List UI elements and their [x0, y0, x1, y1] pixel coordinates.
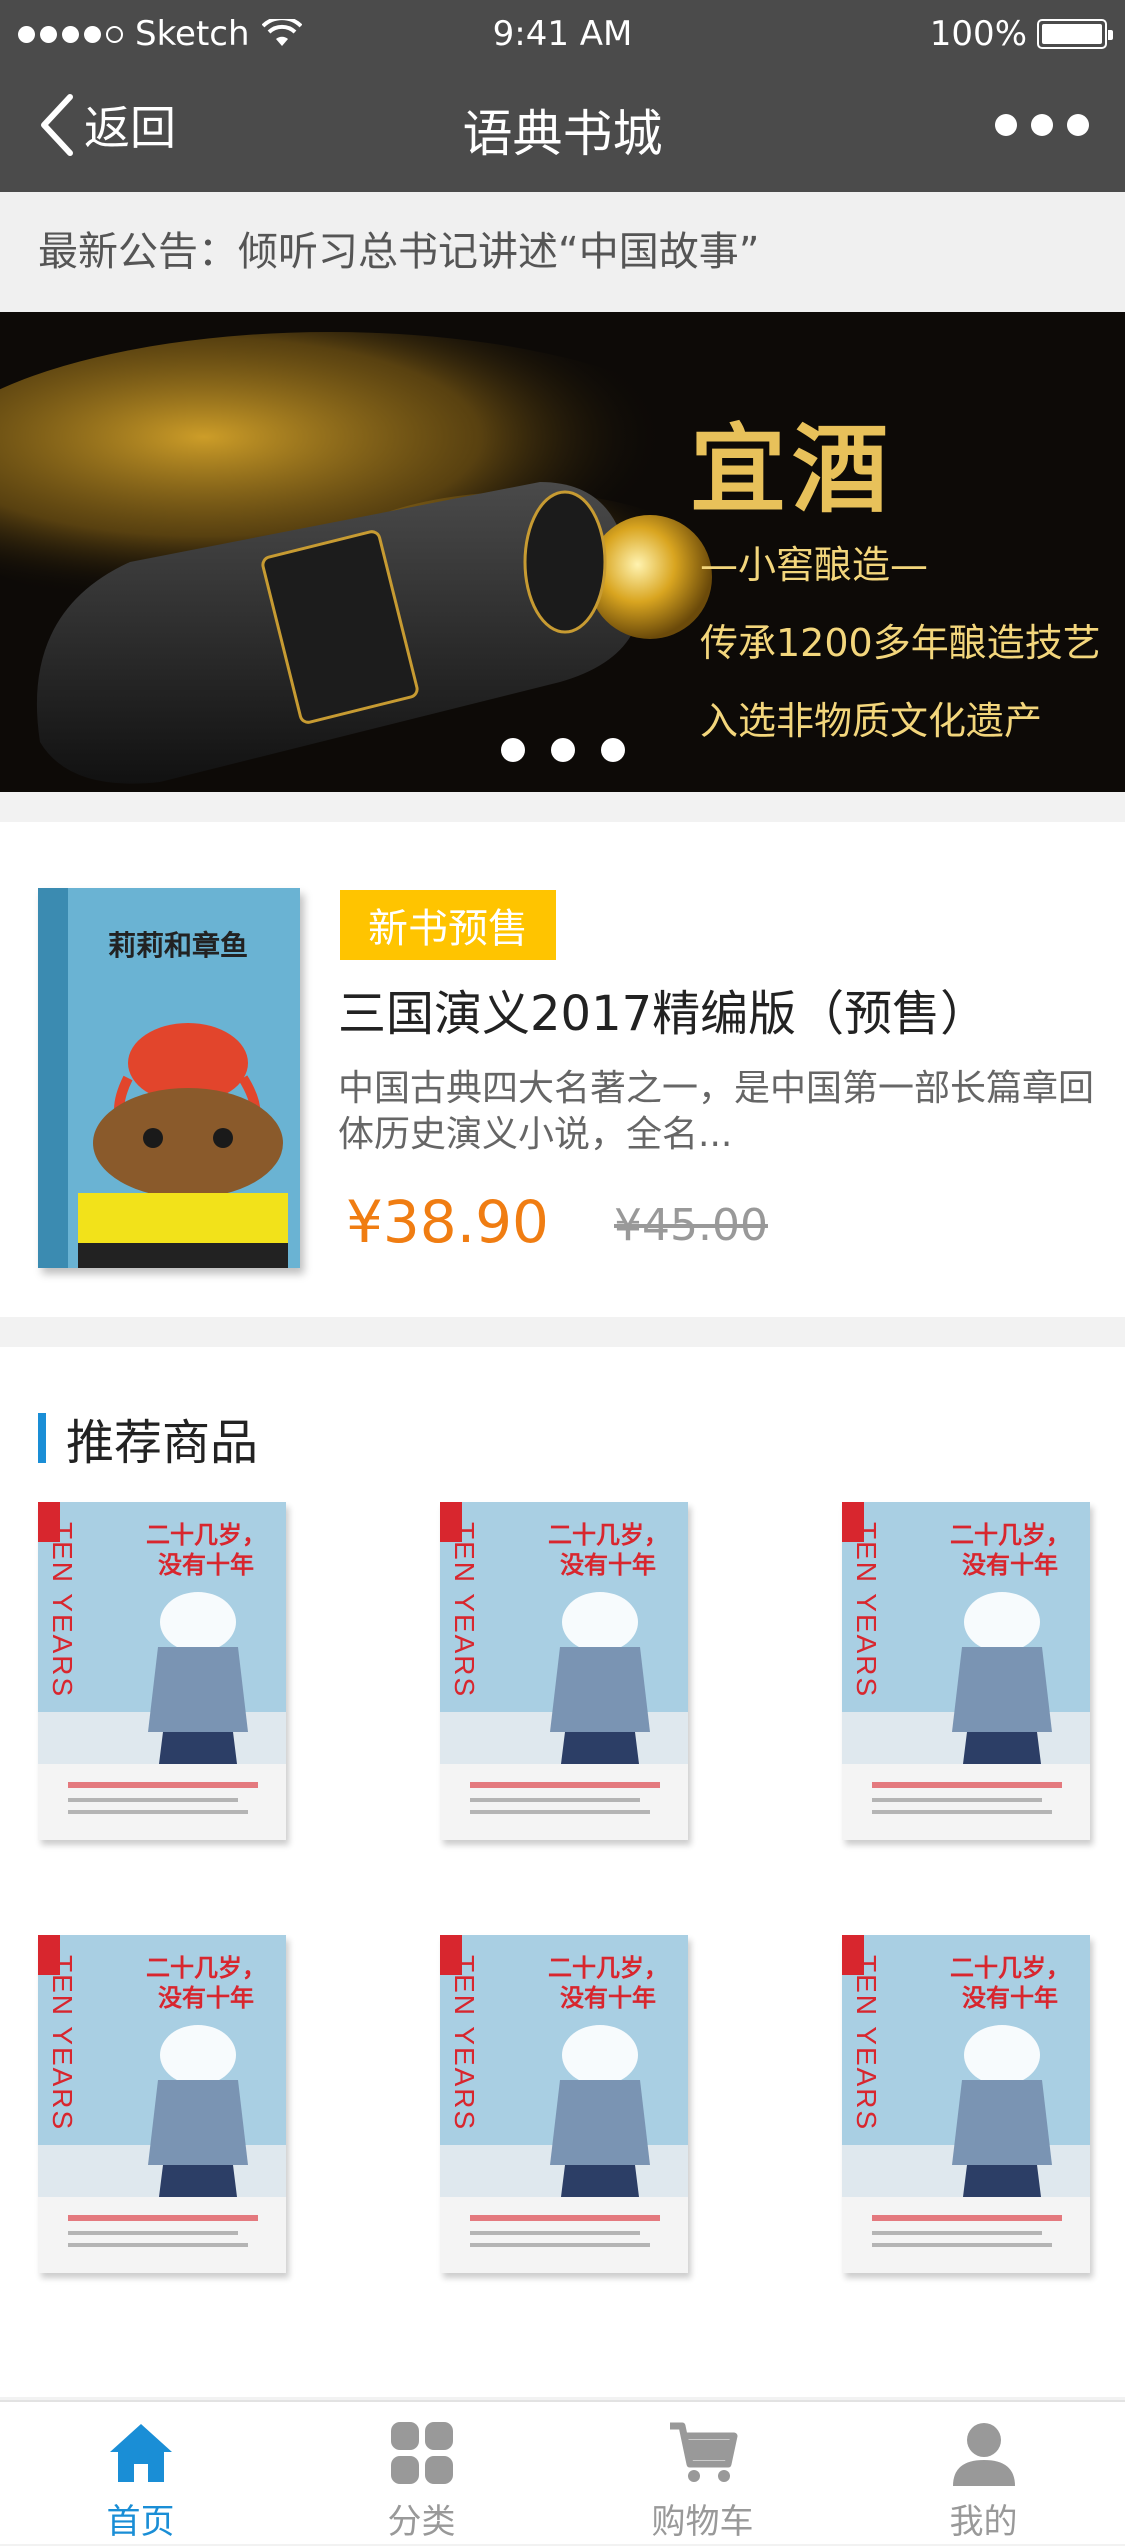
promo-banner[interactable]: 宜酒 —小窖酿造— 传承1200多年酿造技艺 入选非物质文化遗产 — [0, 312, 1125, 792]
cart-icon — [669, 2422, 737, 2482]
book-en-title: TEN YEARS — [851, 1955, 882, 2132]
more-button[interactable] — [995, 114, 1089, 136]
book-en-title: TEN YEARS — [47, 1955, 78, 2132]
banner-line-1: —小窖酿造— — [700, 543, 929, 587]
recommend-section: 推荐商品 TEN YEARS 二十几岁，没有十年 TEN YEARS 二十几岁，没有十… — [0, 1347, 1125, 2397]
tab-cart[interactable]: 购物车 — [562, 2402, 843, 2546]
book-cover-title: 莉莉和章鱼 — [108, 929, 249, 962]
product-card[interactable]: TEN YEARS 二十几岁，没有十年 — [38, 1502, 286, 1840]
book-en-title: TEN YEARS — [851, 1522, 882, 1699]
category-icon — [390, 2422, 453, 2484]
book-description: 中国古典四大名著之一，是中国第一部长篇章回体历史演义小说，全名... — [338, 1068, 1095, 1155]
battery-status: 100% — [929, 14, 1113, 54]
heading-accent-bar — [38, 1413, 46, 1463]
book-en-title: TEN YEARS — [449, 1955, 480, 2132]
battery-percent: 100% — [929, 14, 1027, 54]
book-cn-title: 二十几岁，没有十年 — [146, 1954, 266, 2012]
tab-label: 我的 — [949, 2502, 1018, 2542]
product-card[interactable]: TEN YEARS 二十几岁，没有十年 — [440, 1935, 688, 2273]
status-bar: Sketch 9:41 AM 100% — [0, 0, 1125, 66]
book-cn-title: 二十几岁，没有十年 — [950, 1521, 1070, 1579]
book-cn-title: 二十几岁，没有十年 — [548, 1521, 668, 1579]
book-cn-title: 二十几岁，没有十年 — [146, 1521, 266, 1579]
pagination-dot[interactable] — [500, 738, 525, 762]
announcement-bar[interactable]: 最新公告：倾听习总书记讲述“中国故事” — [0, 192, 1125, 312]
product-card[interactable]: TEN YEARS 二十几岁，没有十年 — [38, 1935, 286, 2273]
book-cn-title: 二十几岁，没有十年 — [950, 1954, 1070, 2012]
tab-label: 分类 — [387, 2502, 456, 2542]
tab-category[interactable]: 分类 — [281, 2402, 562, 2546]
battery-icon — [1037, 19, 1113, 49]
tab-profile[interactable]: 我的 — [843, 2402, 1124, 2546]
announcement-text: 最新公告：倾听习总书记讲述“中国故事” — [38, 229, 760, 275]
book-title[interactable]: 三国演义2017精编版（预售） — [338, 974, 988, 1044]
section-title: 推荐商品 — [66, 1415, 259, 1471]
banner-line-2: 传承1200多年酿造技艺 — [700, 621, 1101, 665]
book-en-title: TEN YEARS — [47, 1522, 78, 1699]
pagination-dot[interactable] — [550, 738, 575, 762]
presale-tag: 新书预售 — [340, 890, 556, 960]
book-original-price: ¥45.00 — [614, 1200, 768, 1251]
featured-book-card[interactable]: 莉莉和章鱼 新书预售 三国演义2017精编版（预售） 中国古典四大名著之一，是中… — [0, 822, 1125, 1317]
tab-label: 购物车 — [651, 2502, 754, 2542]
tab-bar: 首页 分类 购物车 我的 — [0, 2400, 1125, 2544]
product-card[interactable]: TEN YEARS 二十几岁，没有十年 — [842, 1935, 1090, 2273]
banner-line-3: 入选非物质文化遗产 — [700, 699, 1043, 743]
section-heading: 推荐商品 — [38, 1403, 258, 1473]
page-title: 语典书城 — [462, 105, 663, 163]
tab-home[interactable]: 首页 — [0, 2402, 281, 2546]
home-icon — [109, 2424, 172, 2482]
book-cover: 莉莉和章鱼 — [38, 888, 300, 1268]
book-price: ¥38.90 — [346, 1188, 549, 1256]
banner-pagination[interactable] — [0, 738, 1125, 762]
navigation-bar: 返回 语典书城 — [0, 66, 1125, 192]
book-en-title: TEN YEARS — [449, 1522, 480, 1699]
banner-title: 宜酒 — [690, 413, 894, 526]
user-icon — [952, 2423, 1015, 2486]
product-card[interactable]: TEN YEARS 二十几岁，没有十年 — [440, 1502, 688, 1840]
tab-label: 首页 — [106, 2502, 175, 2542]
pagination-dot[interactable] — [600, 738, 625, 762]
book-cn-title: 二十几岁，没有十年 — [548, 1954, 668, 2012]
product-card[interactable]: TEN YEARS 二十几岁，没有十年 — [842, 1502, 1090, 1840]
